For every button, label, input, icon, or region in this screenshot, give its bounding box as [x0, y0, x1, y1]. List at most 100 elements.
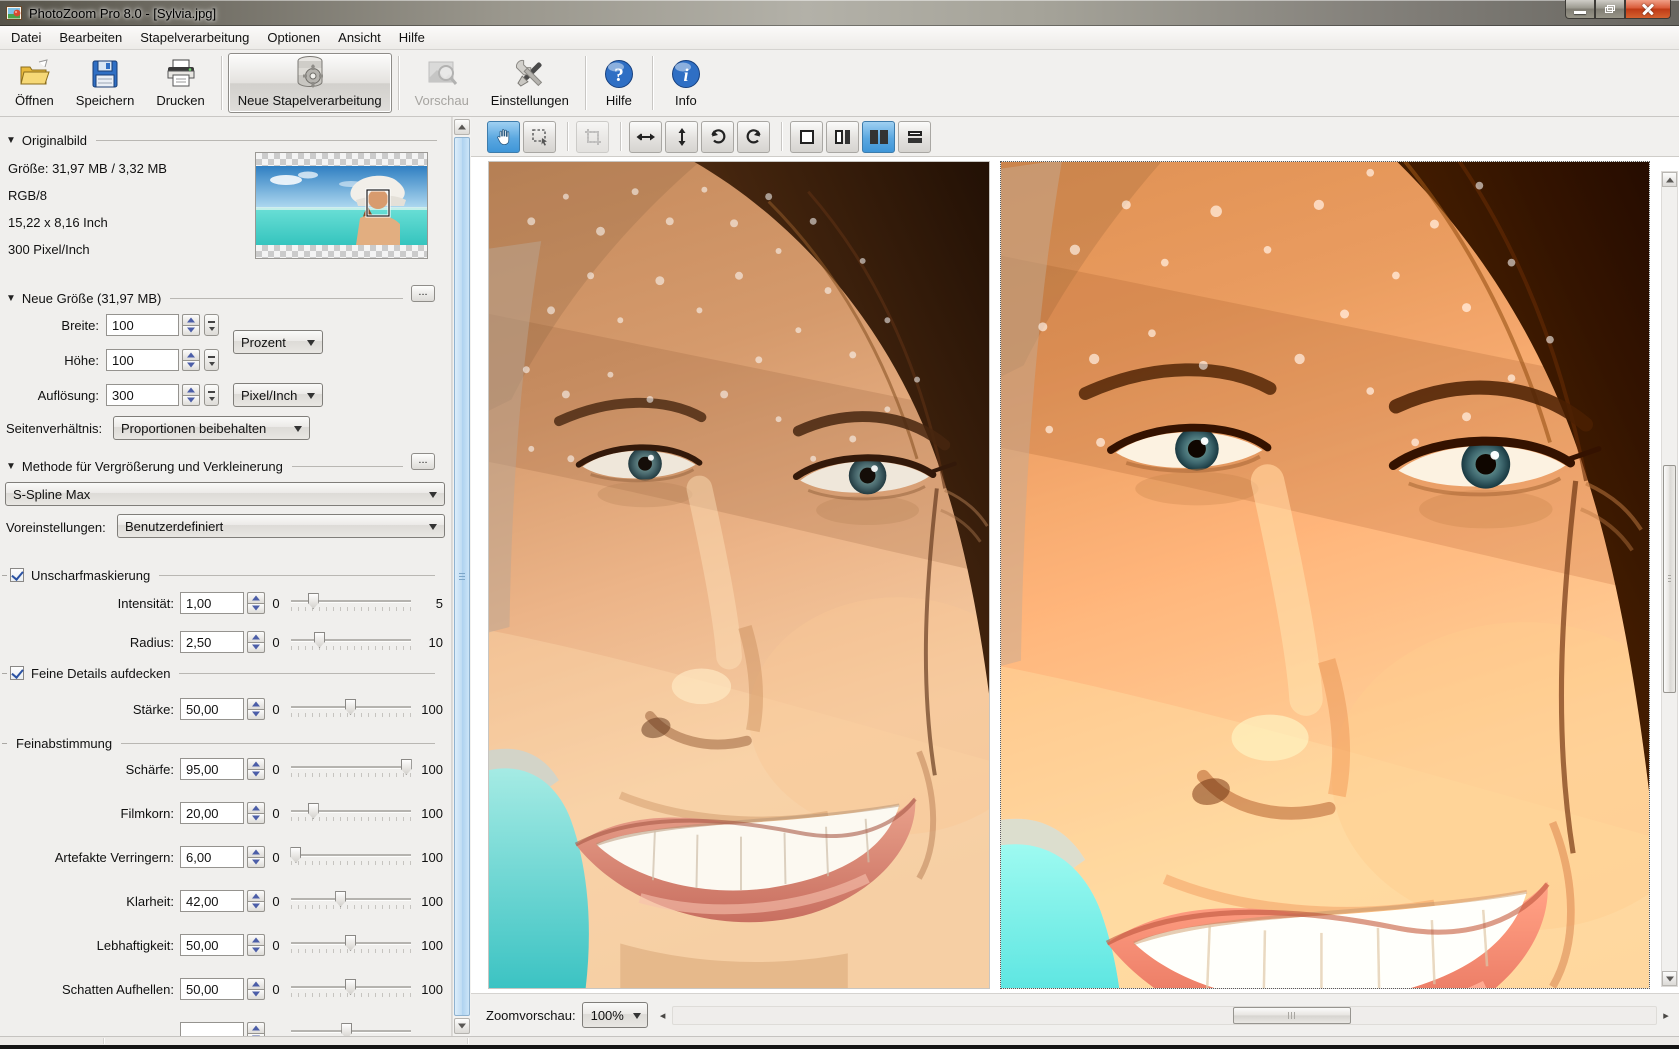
menu-item-ansicht[interactable]: Ansicht: [329, 26, 390, 49]
menu-item-hilfe[interactable]: Hilfe: [390, 26, 434, 49]
slider-value-input[interactable]: [180, 592, 244, 614]
width-spinner[interactable]: [182, 314, 200, 336]
scroll-down-button[interactable]: [454, 1018, 470, 1034]
minimize-button[interactable]: [1565, 0, 1595, 19]
slider[interactable]: [289, 592, 413, 614]
slider[interactable]: [289, 890, 413, 912]
slider-value-input[interactable]: [180, 978, 244, 1000]
slider-spinner[interactable]: [247, 1022, 265, 1036]
width-options-button[interactable]: [204, 314, 219, 336]
scroll-down-button[interactable]: [1662, 971, 1677, 986]
size-unit-select[interactable]: Prozent: [233, 330, 323, 354]
slider-row: Radius:010: [0, 630, 443, 654]
slider[interactable]: [289, 846, 413, 868]
zoom-level-select[interactable]: 100%: [582, 1002, 648, 1028]
slider-spinner[interactable]: [247, 846, 265, 868]
method-select[interactable]: S-Spline Max: [5, 482, 445, 506]
slider-value-input[interactable]: [180, 934, 244, 956]
slider-value-input[interactable]: [180, 758, 244, 780]
slider[interactable]: [289, 698, 413, 720]
slider-spinner[interactable]: [247, 890, 265, 912]
save-button[interactable]: Speichern: [66, 53, 145, 113]
section-methode[interactable]: ▼ Methode für Vergrößerung und Verkleine…: [6, 457, 437, 475]
slider[interactable]: [289, 758, 413, 780]
slider-spinner[interactable]: [247, 698, 265, 720]
scroll-right-button[interactable]: ▸: [1659, 1006, 1673, 1024]
group-label: Feine Details aufdecken: [31, 666, 170, 681]
slider-spinner[interactable]: [247, 758, 265, 780]
status-bar: [0, 1036, 1679, 1045]
slider[interactable]: [289, 934, 413, 956]
slider-value-input[interactable]: [180, 1022, 244, 1036]
slider-spinner[interactable]: [247, 934, 265, 956]
aspect-ratio-select[interactable]: Proportionen beibehalten: [113, 416, 310, 440]
group-checkbox[interactable]: [10, 666, 24, 680]
new-batch-button[interactable]: Neue Stapelverarbeitung: [228, 53, 392, 113]
sidebar-scrollbar-thumb[interactable]: [454, 137, 470, 1016]
close-button[interactable]: [1625, 0, 1671, 19]
resolution-options-button[interactable]: [204, 384, 219, 406]
resolution-spinner[interactable]: [182, 384, 200, 406]
print-button[interactable]: Drucken: [146, 53, 214, 113]
slider-value-input[interactable]: [180, 890, 244, 912]
menu-item-optionen[interactable]: Optionen: [258, 26, 329, 49]
slider-spinner[interactable]: [247, 631, 265, 653]
hand-tool[interactable]: [487, 121, 520, 153]
scroll-up-button[interactable]: [1662, 172, 1677, 187]
slider-spinner[interactable]: [247, 592, 265, 614]
marquee-tool[interactable]: [523, 121, 556, 153]
resolution-input[interactable]: [106, 384, 179, 406]
slider-label: Intensität:: [0, 596, 180, 611]
menu-item-bearbeiten[interactable]: Bearbeiten: [50, 26, 131, 49]
flip-horizontal-button[interactable]: [629, 121, 662, 153]
open-button[interactable]: Öffnen: [5, 53, 64, 113]
group-checkbox[interactable]: [10, 568, 24, 582]
window-bottom-edge: [0, 1045, 1679, 1049]
slider-value-input[interactable]: [180, 631, 244, 653]
presets-select[interactable]: Benutzerdefiniert: [117, 514, 445, 538]
slider-value-input[interactable]: [180, 802, 244, 824]
horizontal-scrollbar-thumb[interactable]: [1233, 1007, 1351, 1024]
info-button[interactable]: i Info: [659, 53, 713, 113]
settings-button[interactable]: Einstellungen: [481, 53, 579, 113]
sidebar-scrollbar[interactable]: [452, 117, 471, 1036]
scroll-up-button[interactable]: [454, 119, 470, 135]
height-spinner[interactable]: [182, 349, 200, 371]
slider[interactable]: [289, 978, 413, 1000]
new-size-more-button[interactable]: ...: [411, 285, 435, 302]
help-button[interactable]: ? Hilfe: [592, 53, 646, 113]
method-more-button[interactable]: ...: [411, 453, 435, 470]
height-options-button[interactable]: [204, 349, 219, 371]
preview-image-before[interactable]: [488, 161, 990, 989]
preview-horizontal-scrollbar[interactable]: [672, 1006, 1657, 1025]
width-input[interactable]: [106, 314, 179, 336]
scroll-left-button[interactable]: ◂: [656, 1006, 670, 1024]
menu-item-datei[interactable]: Datei: [2, 26, 50, 49]
resolution-unit-select[interactable]: Pixel/Inch: [233, 383, 323, 407]
slider-value-input[interactable]: [180, 698, 244, 720]
slider-spinner[interactable]: [247, 802, 265, 824]
view-single[interactable]: [790, 121, 823, 153]
section-originalbild[interactable]: ▼ Originalbild: [6, 131, 437, 149]
slider[interactable]: [289, 1022, 413, 1036]
flip-vertical-button[interactable]: [665, 121, 698, 153]
rotate-ccw-button[interactable]: [701, 121, 734, 153]
preview-image-after[interactable]: [1000, 161, 1650, 989]
view-top-bottom[interactable]: [898, 121, 931, 153]
slider-spinner[interactable]: [247, 978, 265, 1000]
slider-value-input[interactable]: [180, 846, 244, 868]
view-side-by-side[interactable]: [862, 121, 895, 153]
height-input[interactable]: [106, 349, 179, 371]
slider-min-label: 0: [265, 938, 287, 953]
rotate-cw-button[interactable]: [737, 121, 770, 153]
slider-thumb[interactable]: [341, 1023, 352, 1036]
transparency-checker: [256, 245, 427, 258]
slider[interactable]: [289, 631, 413, 653]
slider[interactable]: [289, 802, 413, 824]
view-split[interactable]: [826, 121, 859, 153]
menu-item-stapelverarbeitung[interactable]: Stapelverarbeitung: [131, 26, 258, 49]
preview-vertical-scrollbar[interactable]: [1661, 171, 1678, 987]
section-neue-groesse[interactable]: ▼ Neue Größe (31,97 MB): [6, 289, 437, 307]
vertical-scrollbar-thumb[interactable]: [1663, 465, 1676, 693]
restore-button[interactable]: [1595, 0, 1625, 19]
